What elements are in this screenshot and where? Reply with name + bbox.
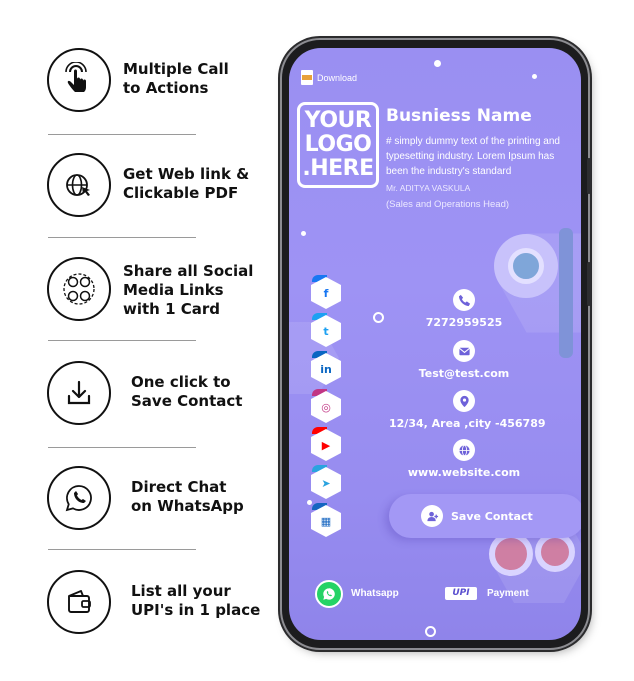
feature-line: Media Links xyxy=(123,281,224,299)
owner-name: Mr. ADITYA VASKULA xyxy=(386,183,471,193)
feature-line: Save Contact xyxy=(131,392,243,410)
divider xyxy=(48,340,196,341)
decor-ring xyxy=(373,312,384,323)
divider xyxy=(48,237,196,238)
address-contact[interactable]: 12/34, Area ,city -456789 xyxy=(389,390,546,430)
email-address: Test@test.com xyxy=(418,367,510,380)
globe-cursor-icon xyxy=(47,153,111,217)
download-pdf-link[interactable]: Download xyxy=(301,70,357,85)
social-glyph: ◎ xyxy=(321,400,331,414)
decor-ring xyxy=(425,626,436,637)
add-contact-icon xyxy=(421,505,443,527)
feature-text: Get Web link & Clickable PDF xyxy=(123,165,273,203)
feature-line: Multiple Call xyxy=(123,60,229,78)
gear-decor-icon xyxy=(535,532,575,572)
wallet-icon xyxy=(47,570,111,634)
feature-line: List all your xyxy=(131,582,231,600)
download-label: Download xyxy=(317,72,358,83)
email-icon xyxy=(453,340,475,362)
feature-call-to-actions: Multiple Call to Actions xyxy=(47,48,277,114)
feature-line: with 1 Card xyxy=(123,300,220,318)
power-button xyxy=(587,262,591,306)
feature-text: List all your UPI's in 1 place xyxy=(131,582,281,620)
feature-line: UPI's in 1 place xyxy=(131,601,261,619)
upi-logo-icon: UPI xyxy=(445,587,477,600)
feature-line: to Actions xyxy=(123,79,209,97)
decor-dot xyxy=(301,231,306,236)
divider xyxy=(48,447,196,448)
owner-role: (Sales and Operations Head) xyxy=(386,199,510,210)
digital-card-screen: Download YOUR LOGO .HERE Busniess Name #… xyxy=(289,48,581,640)
decor-dot xyxy=(532,74,537,79)
social-glyph: ▦ xyxy=(320,514,332,528)
social-glyph: ▶ xyxy=(321,438,331,452)
feature-social-links: Share all Social Media Links with 1 Card xyxy=(47,257,277,323)
feature-line: Clickable PDF xyxy=(123,184,239,202)
decor-dot xyxy=(434,60,441,67)
feature-list: Multiple Call to Actions Get Web link & … xyxy=(0,0,280,681)
camera-lens-icon xyxy=(508,248,544,284)
feature-whatsapp-chat: Direct Chat on WhatsApp xyxy=(47,466,277,532)
feature-text: Direct Chat on WhatsApp xyxy=(131,478,281,516)
address-text: 12/34, Area ,city -456789 xyxy=(389,417,546,430)
whatsapp-button-icon[interactable] xyxy=(315,580,343,608)
save-contact-label: Save Contact xyxy=(451,509,533,523)
social-glyph: in xyxy=(320,362,332,376)
pdf-icon xyxy=(301,70,313,85)
decor-dot xyxy=(307,500,312,505)
feature-line: on WhatsApp xyxy=(131,497,244,515)
feature-web-link-pdf: Get Web link & Clickable PDF xyxy=(47,153,277,219)
divider xyxy=(48,134,196,135)
globe-icon xyxy=(453,439,475,461)
email-contact[interactable]: Test@test.com xyxy=(389,340,539,380)
feature-line: One click to xyxy=(131,373,231,391)
illustration-figure xyxy=(559,228,573,358)
website-url: www.website.com xyxy=(407,466,521,479)
social-glyph: f xyxy=(323,286,329,300)
social-glyph: ➤ xyxy=(321,476,331,490)
logo-placeholder: YOUR LOGO .HERE xyxy=(297,102,379,188)
social-glyph: t xyxy=(323,324,329,338)
feature-text: Multiple Call to Actions xyxy=(123,60,273,98)
logo-text: LOGO xyxy=(304,132,372,157)
phone-contact[interactable]: 7272959525 xyxy=(389,289,539,329)
volume-button xyxy=(587,158,591,194)
download-icon xyxy=(47,361,111,425)
divider xyxy=(48,549,196,550)
business-name: Busniess Name xyxy=(386,106,532,126)
bottom-action-bar: Whatsapp UPI Payment xyxy=(289,578,581,612)
social-media-icon xyxy=(47,257,111,321)
phone-mockup: Download YOUR LOGO .HERE Busniess Name #… xyxy=(282,40,591,648)
business-description: # simply dummy text of the printing and … xyxy=(386,136,560,177)
touch-hand-icon xyxy=(47,48,111,112)
phone-icon xyxy=(453,289,475,311)
phone-number: 7272959525 xyxy=(425,316,503,329)
feature-upi-list: List all your UPI's in 1 place xyxy=(47,570,277,636)
gear-decor-icon xyxy=(489,532,533,576)
whatsapp-label[interactable]: Whatsapp xyxy=(351,588,399,599)
logo-text: .HERE xyxy=(302,156,374,181)
logo-text: YOUR xyxy=(304,108,372,133)
payment-label[interactable]: Payment xyxy=(487,588,529,599)
feature-line: Get Web link & xyxy=(123,165,250,183)
feature-text: Share all Social Media Links with 1 Card xyxy=(123,262,273,319)
feature-text: One click to Save Contact xyxy=(131,373,281,411)
whatsapp-icon xyxy=(47,466,111,530)
feature-line: Direct Chat xyxy=(131,478,227,496)
location-pin-icon xyxy=(453,390,475,412)
feature-save-contact: One click to Save Contact xyxy=(47,361,277,427)
feature-line: Share all Social xyxy=(123,262,254,280)
website-contact[interactable]: www.website.com xyxy=(389,439,539,479)
save-contact-button[interactable]: Save Contact xyxy=(389,494,581,538)
